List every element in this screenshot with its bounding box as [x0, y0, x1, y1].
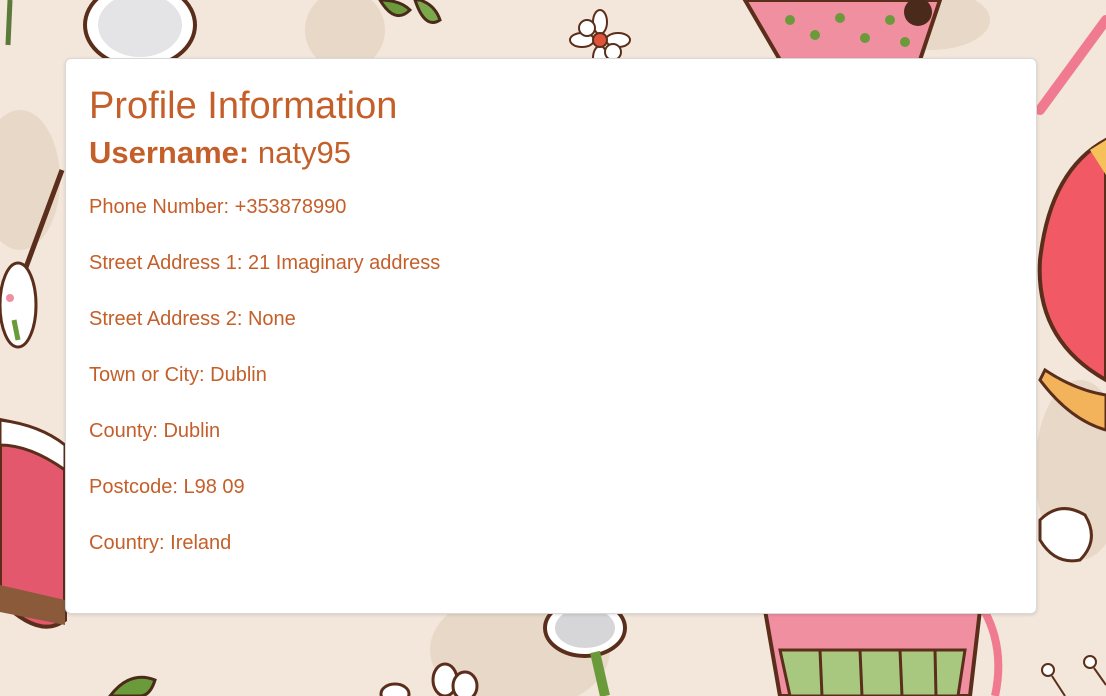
phone-number-field: Phone Number: +353878990 — [89, 196, 347, 218]
street-address-2-field: Street Address 2: None — [89, 308, 296, 330]
county-field: County: Dublin — [89, 420, 221, 442]
pink-mug-illustration — [742, 0, 943, 62]
town-or-city-field: Town or City: Dublin — [89, 364, 267, 386]
pink-cup-left-illustration — [0, 417, 67, 629]
username-value: naty95 — [257, 135, 351, 170]
spoon-illustration — [83, 0, 197, 69]
postcode-field: Postcode: L98 09 — [89, 476, 245, 498]
street-address-1-field: Street Address 1: 21 Imaginary address — [89, 252, 441, 274]
username-label: Username: — [89, 135, 250, 170]
country-field: Country: Ireland — [89, 532, 232, 554]
profile-card: Profile Information Username: naty95 Pho… — [65, 58, 1037, 614]
green-cup-illustration — [762, 608, 1003, 696]
page-title: Profile Information — [89, 85, 398, 127]
username-heading: Username: naty95 — [89, 133, 1013, 173]
profile-fields: Phone Number: +353878990 Street Address … — [89, 195, 1013, 555]
